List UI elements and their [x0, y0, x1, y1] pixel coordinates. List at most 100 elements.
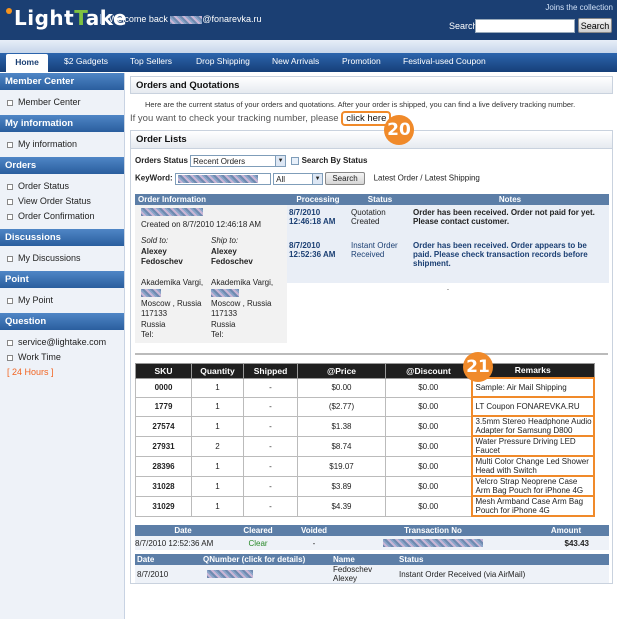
annotation-badge-21: 21 — [463, 352, 493, 382]
redacted-order-id — [141, 207, 203, 216]
order-search-button[interactable]: Search — [325, 172, 365, 185]
item-sku: 0000 — [135, 377, 192, 398]
item-row: 27931 2- $8.74 $0.00 Water Pressure Driving … — [135, 435, 595, 457]
note-cell-1: Order has been received. Order not paid … — [411, 205, 609, 238]
order-items-table: SKU Quantity Shipped @Price @Discount Re… — [135, 362, 595, 517]
keyword-input[interactable] — [174, 172, 271, 185]
processing-cell-2: 8/7/2010 12:52:36 AM — [287, 237, 349, 283]
item-discount: $0.00 — [385, 475, 472, 497]
sidebar-item-my-information[interactable]: My information — [0, 137, 124, 152]
orders-status-select[interactable]: Recent Orders ▼ — [190, 155, 287, 167]
item-sku: 28396 — [135, 455, 192, 477]
sidebar-item-member-center[interactable]: Member Center — [0, 95, 124, 110]
sidebar-head-orders: Orders — [0, 157, 124, 174]
item-sku: 27574 — [135, 415, 192, 437]
q-status: Instant Order Received (via AirMail) — [399, 569, 526, 579]
nav-festival-coupon[interactable]: Festival-used Coupon — [403, 56, 486, 66]
item-row: 31028 1- $3.89 $0.00 Velcro Strap Neoprene C… — [135, 475, 595, 497]
joins-collection-link[interactable]: Joins the collection — [545, 3, 613, 12]
bullet-icon — [7, 297, 13, 304]
main-content: Orders and Quotations Here are the curre… — [130, 73, 613, 584]
sidebar-item-my-discussions[interactable]: My Discussions — [0, 251, 124, 266]
bullet-icon — [7, 141, 13, 148]
item-qty: 1 — [191, 396, 244, 417]
sidebar-head-discussions: Discussions — [0, 229, 124, 246]
latest-order-label: Latest Order / Latest Shipping — [373, 173, 480, 183]
sidebar-item-service-email[interactable]: service@lightake.com — [0, 335, 124, 350]
item-discount: $0.00 — [385, 377, 472, 398]
sidebar-item-work-time: Work Time — [0, 350, 124, 365]
search-by-status-checkbox[interactable] — [290, 157, 299, 165]
item-remarks: 3.5mm Stereo Headphone Audio Adapter for… — [470, 415, 595, 437]
logo-dot-icon — [6, 8, 12, 14]
item-qty: 1 — [191, 455, 244, 477]
tracking-click-here-link[interactable]: click here — [341, 111, 392, 126]
tx-number — [343, 536, 523, 550]
item-price: $1.38 — [297, 415, 386, 437]
work-hours: [ 24 Hours ] — [7, 367, 54, 377]
item-shipped: - — [243, 415, 298, 437]
sidebar-item-view-order-status[interactable]: View Order Status — [0, 194, 124, 209]
nav-2-dollar-gadgets[interactable]: $2 Gadgets — [64, 56, 108, 66]
bullet-icon — [7, 255, 13, 262]
item-discount: $0.00 — [385, 495, 472, 517]
orders-intro-text: Here are the current status of your orde… — [145, 100, 576, 109]
item-remarks: Mesh Armband Case Arm Bag Pouch for iPho… — [470, 495, 595, 517]
top-header: LightTake Welcome back @fonarevka.ru Joi… — [0, 0, 617, 40]
transactions-table: Date Cleared Voided Transaction No Amoun… — [135, 525, 609, 550]
item-price: $4.39 — [297, 495, 386, 517]
tx-voided: - — [312, 538, 316, 548]
processing-cell-1: 8/7/2010 12:46:18 AM — [287, 205, 349, 238]
sidebar-item-order-status[interactable]: Order Status — [0, 179, 124, 194]
item-remarks: LT Coupon FONAREVKA.RU — [470, 396, 595, 417]
item-remarks: Sample: Air Mail Shipping — [470, 377, 595, 398]
item-discount: $0.00 — [385, 396, 472, 417]
item-qty: 1 — [191, 475, 244, 497]
dropdown-arrow-icon: ▼ — [312, 173, 323, 184]
nav-home[interactable]: Home — [6, 54, 48, 72]
status-cell-2: Instant Order Received — [349, 237, 411, 283]
item-discount: $0.00 — [385, 435, 472, 457]
sidebar-head-point: Point — [0, 271, 124, 288]
sidebar-item-my-point[interactable]: My Point — [0, 293, 124, 308]
keyword-scope-select[interactable]: All ▼ — [273, 172, 324, 185]
item-qty: 1 — [191, 495, 244, 517]
bullet-icon — [7, 339, 13, 346]
q-number-link[interactable] — [203, 565, 333, 583]
header-search-button[interactable]: Search — [578, 18, 612, 33]
nav-new-arrivals[interactable]: New Arrivals — [272, 56, 319, 66]
item-shipped: - — [243, 475, 298, 497]
item-shipped: - — [243, 377, 298, 398]
sidebar-head-question: Question — [0, 313, 124, 330]
tx-cleared: Clear — [248, 538, 268, 548]
search-label: Search — [449, 21, 478, 31]
nav-top-sellers[interactable]: Top Sellers — [130, 56, 172, 66]
sidebar-item-order-confirmation[interactable]: Order Confirmation — [0, 209, 124, 224]
item-row: 31029 1- $4.39 $0.00 Mesh Armband Case Arm B… — [135, 495, 595, 517]
item-sku: 1779 — [135, 396, 192, 417]
order-lists-title: Order Lists — [131, 131, 612, 149]
qnumber-table: Date QNumber (click for details) Name St… — [135, 554, 609, 583]
item-shipped: - — [243, 495, 298, 517]
note-cell-2: Order has been received. Order appears t… — [411, 237, 609, 283]
item-sku: 27931 — [135, 435, 192, 457]
keyword-label: KeyWord: — [135, 173, 173, 183]
welcome-message: Welcome back @fonarevka.ru — [100, 14, 262, 24]
bullet-icon — [7, 99, 13, 106]
nav-drop-shipping[interactable]: Drop Shipping — [196, 56, 250, 66]
bullet-icon — [7, 213, 13, 220]
nav-promotion[interactable]: Promotion — [342, 56, 381, 66]
item-price: $19.07 — [297, 455, 386, 477]
item-sku: 31029 — [135, 495, 192, 517]
item-price: ($2.77) — [297, 396, 386, 417]
item-qty: 2 — [191, 435, 244, 457]
order-filter: Orders Status Recent Orders ▼ Search By S… — [131, 149, 612, 194]
orders-status-label: Orders Status — [135, 156, 188, 166]
q-date: 8/7/2010 — [137, 569, 169, 579]
item-row: 0000 1- $0.00 $0.00 Sample: Air Mail Shippin… — [135, 377, 595, 398]
item-row: 1779 1- ($2.77) $0.00 LT Coupon FONAREVKA.RU — [135, 396, 595, 417]
item-remarks: Water Pressure Driving LED Faucet — [470, 435, 595, 457]
item-discount: $0.00 — [385, 455, 472, 477]
item-remarks: Multi Color Change Led Shower Head with … — [470, 455, 595, 477]
search-input[interactable] — [475, 19, 575, 33]
